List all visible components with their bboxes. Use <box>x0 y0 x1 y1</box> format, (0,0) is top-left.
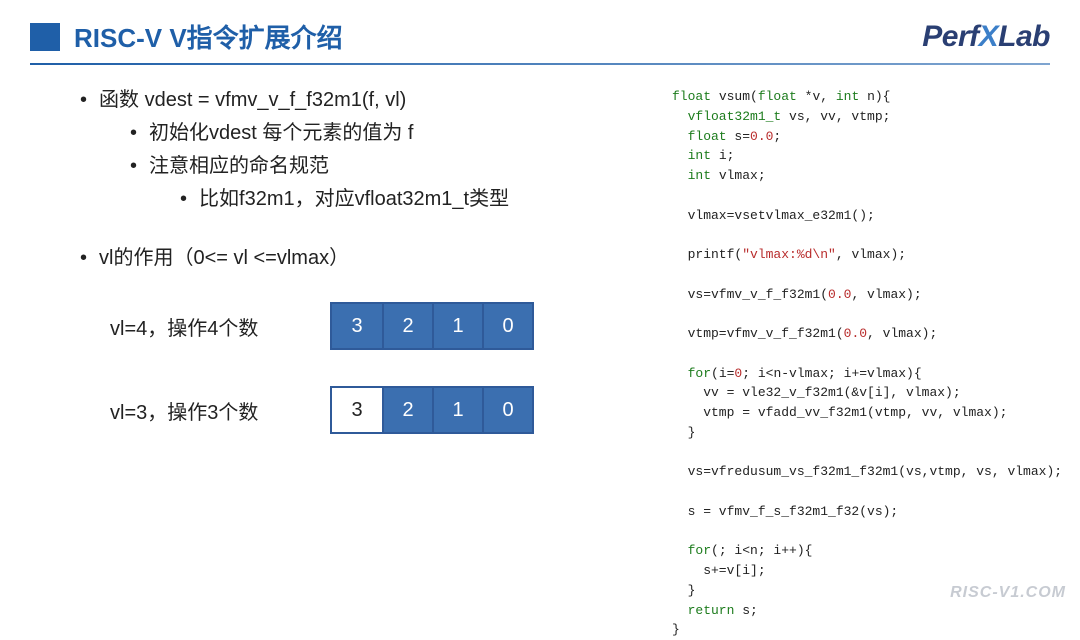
bullet-1b-text: 注意相应的命名规范 <box>149 155 329 177</box>
diagram-2-cells: 3 2 1 0 <box>330 386 534 434</box>
watermark: RISC-V1.COM <box>950 584 1066 602</box>
bullet-1-text: 函数 vdest = vfmv_v_f_f32m1(f, vl) <box>99 89 406 111</box>
bullet-1: •函数 vdest = vfmv_v_f_f32m1(f, vl) <box>30 83 650 112</box>
bullet-1a: •初始化vdest 每个元素的值为 f <box>30 116 650 145</box>
logo-lab: Lab <box>998 20 1050 53</box>
right-column: float vsum(float *v, int n){ vfloat32m1_… <box>650 83 1050 640</box>
bullet-2-text: vl的作用（0<= vl <=vlmax） <box>99 247 349 269</box>
cell-empty: 3 <box>332 388 382 432</box>
header-divider <box>30 63 1050 65</box>
left-column: •函数 vdest = vfmv_v_f_f32m1(f, vl) •初始化vd… <box>30 83 650 640</box>
cell: 0 <box>482 304 532 348</box>
diagram-1-label: vl=4，操作4个数 <box>110 312 330 341</box>
bullet-2: •vl的作用（0<= vl <=vlmax） <box>30 241 650 270</box>
code-block: float vsum(float *v, int n){ vfloat32m1_… <box>672 87 1050 640</box>
diagram-row-1: vl=4，操作4个数 3 2 1 0 <box>30 302 650 350</box>
cell: 2 <box>382 388 432 432</box>
cell: 1 <box>432 304 482 348</box>
logo-x: X <box>979 20 999 53</box>
bullet-1b1-text: 比如f32m1，对应vfloat32m1_t类型 <box>199 188 509 210</box>
cell: 3 <box>332 304 382 348</box>
slide-title: RISC-V V指令扩展介绍 <box>74 18 343 55</box>
diagram-row-2: vl=3，操作3个数 3 2 1 0 <box>30 386 650 434</box>
cell: 0 <box>482 388 532 432</box>
title-wrap: RISC-V V指令扩展介绍 <box>30 18 343 55</box>
diagram-2-label: vl=3，操作3个数 <box>110 396 330 425</box>
slide-content: •函数 vdest = vfmv_v_f_f32m1(f, vl) •初始化vd… <box>0 83 1080 640</box>
cell: 2 <box>382 304 432 348</box>
diagram-1-cells: 3 2 1 0 <box>330 302 534 350</box>
cell: 1 <box>432 388 482 432</box>
logo-perf: Perf <box>922 20 978 53</box>
bullet-1a-text: 初始化vdest 每个元素的值为 f <box>149 122 413 144</box>
title-accent-bar <box>30 23 60 51</box>
brand-logo: PerfXLab <box>922 20 1050 54</box>
bullet-1b1: •比如f32m1，对应vfloat32m1_t类型 <box>30 182 650 211</box>
bullet-1b: •注意相应的命名规范 <box>30 149 650 178</box>
slide-header: RISC-V V指令扩展介绍 PerfXLab <box>0 0 1080 63</box>
